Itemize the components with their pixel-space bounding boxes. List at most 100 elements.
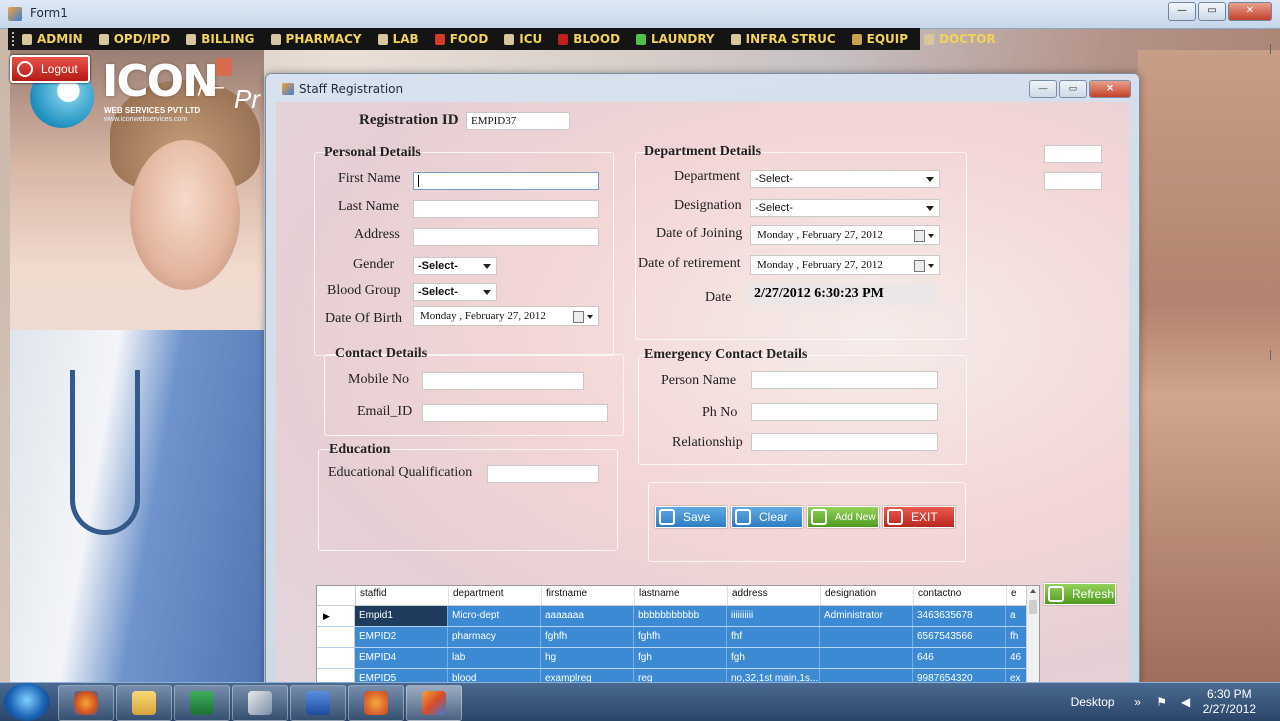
grid-column-header[interactable]: staffid <box>356 586 449 605</box>
relationship-field[interactable] <box>751 433 938 451</box>
menu-item-opd-ipd[interactable]: OPD/IPD <box>91 28 179 50</box>
table-cell[interactable]: hg <box>541 648 634 668</box>
designation-label: Designation <box>674 198 742 213</box>
menu-item-icu[interactable]: ICU <box>496 28 550 50</box>
grid-column-header[interactable]: department <box>449 586 542 605</box>
table-row[interactable]: ▶ Empid1 Micro-dept aaaaaaa bbbbbbbbbbb … <box>317 606 1039 627</box>
table-cell[interactable]: fgh <box>634 648 727 668</box>
maximize-button[interactable]: ▭ <box>1198 2 1226 21</box>
save-button[interactable]: Save <box>655 506 727 528</box>
taskbar-app-firefox[interactable] <box>58 685 114 721</box>
table-cell[interactable]: 6567543566 <box>913 627 1006 647</box>
table-cell[interactable]: EMPID2 <box>355 627 448 647</box>
date-of-joining-picker[interactable]: Monday , February 27, 2012 <box>750 225 940 245</box>
menu-item-doctor[interactable]: DOCTOR <box>916 28 1004 50</box>
designation-select[interactable]: -Select- <box>750 199 940 217</box>
email-id-field[interactable] <box>422 404 608 422</box>
grid-vertical-scrollbar[interactable] <box>1026 586 1039 686</box>
table-cell[interactable]: Empid1 <box>355 606 448 626</box>
grid-column-header[interactable]: address <box>728 586 821 605</box>
table-cell[interactable]: 3463635678 <box>913 606 1006 626</box>
chevron-down-icon <box>587 315 593 319</box>
flag-icon[interactable]: ⚑ <box>1155 695 1169 709</box>
add-new-button[interactable]: Add New <box>807 506 879 528</box>
dialog-minimize-button[interactable]: — <box>1029 80 1057 98</box>
grid-column-header[interactable]: firstname <box>542 586 635 605</box>
logout-button[interactable]: Logout <box>10 55 90 83</box>
table-cell[interactable]: Administrator <box>820 606 913 626</box>
table-cell[interactable]: EMPID4 <box>355 648 448 668</box>
staff-data-grid[interactable]: staffid department firstname lastname ad… <box>316 585 1040 686</box>
desktop-toolbar-label[interactable]: Desktop <box>1071 695 1115 709</box>
scroll-up-icon[interactable] <box>1030 589 1036 593</box>
grid-column-header[interactable]: designation <box>821 586 914 605</box>
row-header[interactable] <box>317 627 355 647</box>
dialog-maximize-button[interactable]: ▭ <box>1059 80 1087 98</box>
blood-group-select[interactable]: -Select- <box>413 283 497 301</box>
menu-item-billing[interactable]: BILLING <box>178 28 262 50</box>
mobile-no-field[interactable] <box>422 372 584 390</box>
taskbar-app-excel[interactable] <box>174 685 230 721</box>
taskbar-app-word[interactable] <box>290 685 346 721</box>
last-name-field[interactable] <box>413 200 599 218</box>
table-cell[interactable]: fh <box>1006 627 1028 647</box>
date-of-retirement-picker[interactable]: Monday , February 27, 2012 <box>750 255 940 275</box>
taskbar-app-explorer[interactable] <box>116 685 172 721</box>
menu-item-lab[interactable]: LAB <box>370 28 427 50</box>
scroll-thumb[interactable] <box>1029 600 1037 614</box>
menu-item-equip[interactable]: EQUIP <box>844 28 916 50</box>
menu-item-pharmacy[interactable]: PHARMACY <box>263 28 370 50</box>
menu-item-laundry[interactable]: LAUNDRY <box>628 28 723 50</box>
row-header[interactable] <box>317 648 355 668</box>
chevron-down-icon <box>926 177 934 182</box>
address-field[interactable] <box>413 228 599 246</box>
person-name-field[interactable] <box>751 371 938 389</box>
dialog-close-button[interactable]: ✕ <box>1089 80 1131 98</box>
table-cell[interactable]: fhf <box>727 627 820 647</box>
hidden-field[interactable] <box>1044 145 1102 163</box>
table-cell[interactable]: iiiiiiiiii <box>727 606 820 626</box>
table-cell[interactable]: bbbbbbbbbbb <box>634 606 727 626</box>
taskbar-app-forms[interactable] <box>406 685 462 721</box>
system-clock[interactable]: 6:30 PM 2/27/2012 <box>1203 687 1256 717</box>
educational-qualification-field[interactable] <box>487 465 599 483</box>
speaker-icon[interactable]: ◀ <box>1179 695 1193 709</box>
chevron-up-icon[interactable]: » <box>1131 695 1145 709</box>
table-cell[interactable] <box>820 627 913 647</box>
table-row[interactable]: EMPID2 pharmacy fghfh fghfh fhf 65675435… <box>317 627 1039 648</box>
table-cell[interactable]: fgh <box>727 648 820 668</box>
table-cell[interactable]: Micro-dept <box>448 606 541 626</box>
menu-item-food[interactable]: FOOD <box>427 28 497 50</box>
table-row[interactable]: EMPID4 lab hg fgh fgh 646 46 <box>317 648 1039 669</box>
exit-button[interactable]: EXIT <box>883 506 955 528</box>
minimize-button[interactable]: — <box>1168 2 1196 21</box>
table-cell[interactable]: aaaaaaa <box>541 606 634 626</box>
table-cell[interactable]: pharmacy <box>448 627 541 647</box>
menu-item-blood[interactable]: BLOOD <box>550 28 628 50</box>
date-of-birth-picker[interactable]: Monday , February 27, 2012 <box>413 306 599 326</box>
registration-id-field[interactable]: EMPID37 <box>466 112 570 130</box>
table-cell[interactable]: 46 <box>1006 648 1028 668</box>
phone-no-field[interactable] <box>751 403 938 421</box>
refresh-button[interactable]: Refresh <box>1044 583 1116 605</box>
table-cell[interactable]: lab <box>448 648 541 668</box>
table-cell[interactable]: fghfh <box>541 627 634 647</box>
logout-label: Logout <box>41 62 78 76</box>
first-name-field[interactable] <box>413 172 599 190</box>
table-cell[interactable] <box>820 648 913 668</box>
taskbar-app-media[interactable] <box>348 685 404 721</box>
start-button[interactable] <box>4 683 50 721</box>
taskbar-app-tools[interactable] <box>232 685 288 721</box>
table-cell[interactable]: a <box>1006 606 1028 626</box>
gender-select[interactable]: -Select- <box>413 257 497 275</box>
table-cell[interactable]: fghfh <box>634 627 727 647</box>
menu-item-admin[interactable]: ADMIN <box>14 28 91 50</box>
grid-column-header[interactable]: contactno <box>914 586 1007 605</box>
close-button[interactable]: ✕ <box>1228 2 1272 21</box>
menu-item-infra-struc[interactable]: INFRA STRUC <box>723 28 844 50</box>
department-select[interactable]: -Select- <box>750 170 940 188</box>
table-cell[interactable]: 646 <box>913 648 1006 668</box>
clear-button[interactable]: Clear <box>731 506 803 528</box>
grid-column-header[interactable]: lastname <box>635 586 728 605</box>
hidden-field[interactable] <box>1044 172 1102 190</box>
